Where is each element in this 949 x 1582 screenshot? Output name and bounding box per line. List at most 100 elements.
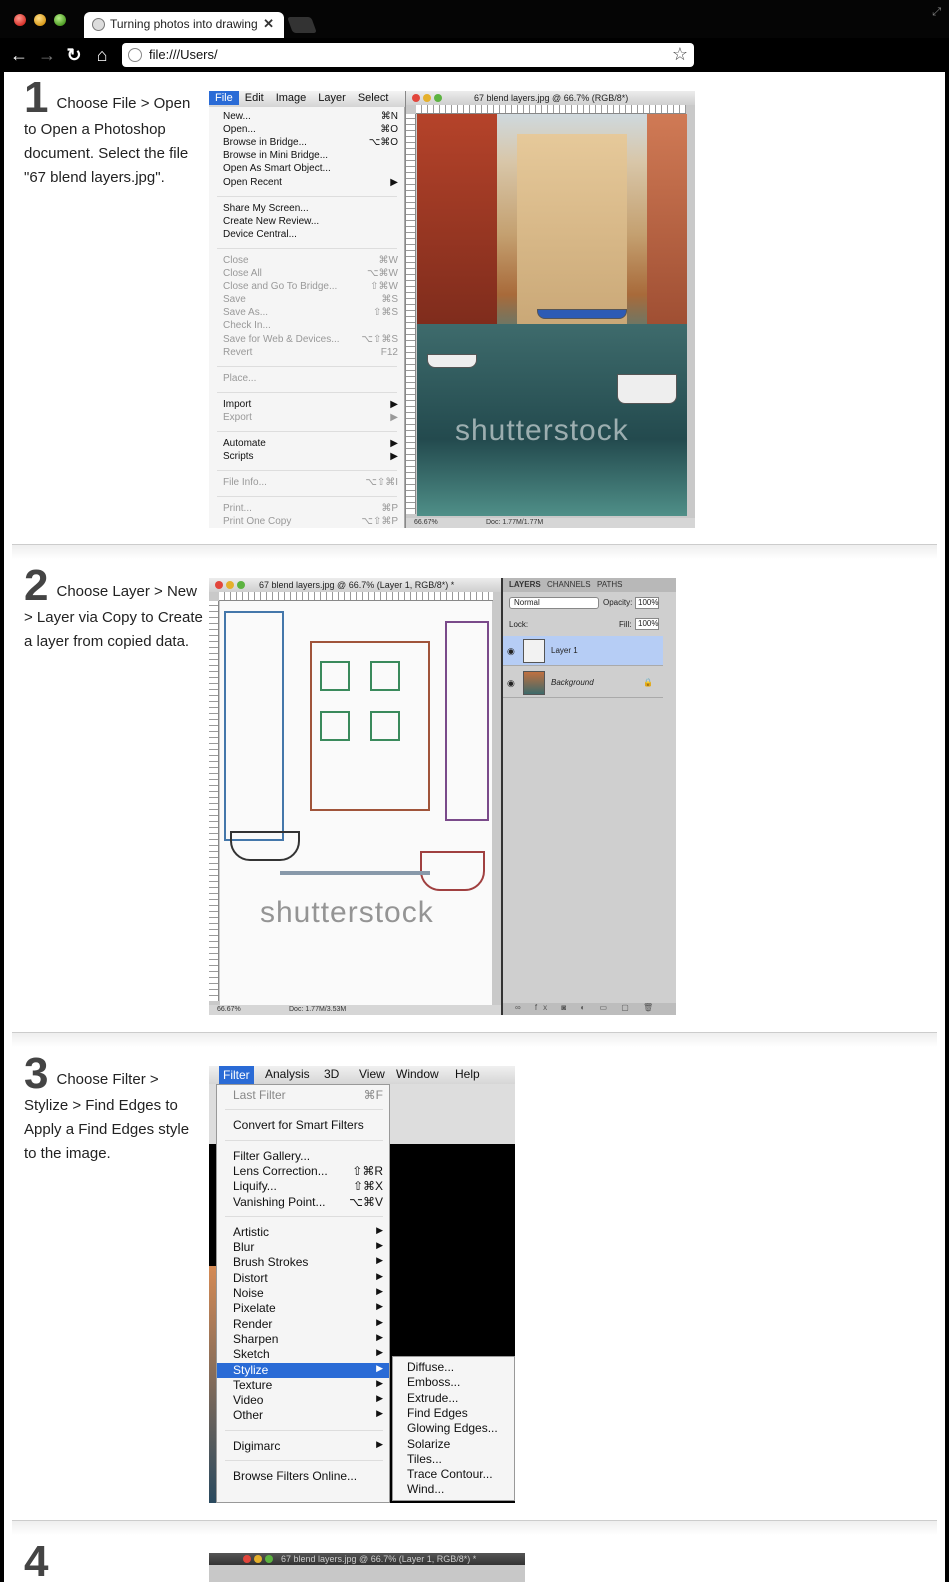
bookmark-star-icon[interactable]: ☆: [672, 44, 688, 65]
menu-item-shortcut: ⌘S: [381, 294, 398, 306]
menu-item[interactable]: Filter Gallery...: [233, 1149, 383, 1164]
submenu-item[interactable]: Glowing Edges...: [407, 1421, 498, 1435]
tab-layers[interactable]: LAYERS: [509, 580, 541, 589]
browser-tab[interactable]: Turning photos into drawing ✕: [84, 12, 284, 38]
menu-item[interactable]: Other ▶: [233, 1408, 383, 1423]
menu-item[interactable]: Noise ▶: [233, 1286, 383, 1301]
step-description: Choose Layer > New > Layer via Copy to C…: [24, 583, 203, 650]
menu-separator: [225, 1215, 383, 1217]
fill-field[interactable]: 100%: [635, 618, 659, 630]
menu-item[interactable]: New... ⌘N: [223, 111, 398, 124]
menu-image[interactable]: Image: [270, 91, 313, 105]
divider-band: [12, 545, 937, 559]
menu-item[interactable]: Distort ▶: [233, 1271, 383, 1286]
menu-item[interactable]: Blur ▶: [233, 1240, 383, 1255]
menu-item-shortcut: ⌥⇧⌘P: [361, 516, 398, 528]
menu-item[interactable]: Vanishing Point... ⌥⌘V: [233, 1195, 383, 1210]
menu-item-label: Save for Web & Devices...: [223, 333, 340, 345]
menu-item[interactable]: Sketch ▶: [233, 1347, 383, 1362]
menu-item[interactable]: Liquify... ⇧⌘X: [233, 1179, 383, 1194]
menu-item[interactable]: Stylize ▶: [217, 1362, 389, 1378]
menu-item: Revert F12: [223, 347, 398, 360]
menu-item[interactable]: Digimarc ▶: [233, 1439, 383, 1454]
submenu-item[interactable]: Find Edges: [407, 1406, 468, 1420]
tab-channels[interactable]: CHANNELS: [547, 580, 591, 589]
menu-file[interactable]: File: [209, 91, 239, 105]
menu-window[interactable]: Window: [396, 1067, 439, 1081]
menu-item[interactable]: Open... ⌘O: [223, 124, 398, 137]
filter-menu: Last Filter ⌘F Convert for Smart Filters Fi…: [216, 1084, 390, 1503]
menu-item-label: Browse in Mini Bridge...: [223, 150, 329, 162]
menu-item[interactable]: Create New Review...: [223, 216, 398, 229]
menu-separator: [217, 365, 397, 367]
url-text[interactable]: file:///Users/: [149, 47, 218, 62]
menu-item[interactable]: Browse in Bridge... ⌥⌘O: [223, 137, 398, 150]
eye-icon[interactable]: ◉: [507, 678, 515, 689]
menu-item[interactable]: Artistic ▶: [233, 1225, 383, 1240]
submenu-item[interactable]: Wind...: [407, 1482, 444, 1496]
menu-item-shortcut: ▶: [390, 411, 398, 423]
menu-item-label: Close and Go To Bridge...: [223, 281, 338, 293]
file-menu: New... ⌘N Open... ⌘O Browse in Bridge... ⌥⌘O B…: [209, 107, 405, 528]
menu-item[interactable]: Browse in Mini Bridge...: [223, 150, 398, 163]
layer-row[interactable]: ◉ Background 🔒: [503, 668, 663, 698]
menu-item[interactable]: Texture ▶: [233, 1378, 383, 1393]
home-icon[interactable]: ⌂: [91, 44, 113, 66]
submenu-item[interactable]: Diffuse...: [407, 1360, 454, 1374]
menu-edit[interactable]: Edit: [239, 91, 270, 105]
menu-select[interactable]: Select: [352, 91, 395, 105]
menu-item[interactable]: Pixelate ▶: [233, 1301, 383, 1316]
menu-item[interactable]: Convert for Smart Filters: [233, 1118, 383, 1133]
menu-analysis[interactable]: Analysis: [265, 1067, 310, 1081]
eye-icon[interactable]: ◉: [507, 646, 515, 657]
minimize-window-button[interactable]: [34, 14, 46, 26]
back-arrow-icon[interactable]: ←: [8, 44, 30, 66]
menu-item[interactable]: Sharpen ▶: [233, 1332, 383, 1347]
submenu-item[interactable]: Emboss...: [407, 1375, 460, 1389]
step-3-screenshot: Filter Analysis 3D View Window Help Last Filt…: [209, 1066, 515, 1503]
tab-paths[interactable]: PATHS: [597, 580, 622, 589]
divider-band: [12, 1521, 937, 1535]
menu-item-shortcut: ▶: [390, 451, 398, 463]
menu-item[interactable]: Open As Smart Object...: [223, 163, 398, 176]
menu-item-label: File Info...: [223, 477, 267, 489]
menu-item[interactable]: Render ▶: [233, 1317, 383, 1332]
menu-item[interactable]: Video ▶: [233, 1393, 383, 1408]
menu-item[interactable]: Scripts ▶: [223, 451, 398, 464]
submenu-item[interactable]: Extrude...: [407, 1391, 458, 1405]
document-title-bar: 67 blend layers.jpg @ 66.7% (RGB/8*): [406, 91, 695, 105]
menu-view[interactable]: View: [359, 1067, 385, 1081]
submenu-item[interactable]: Solarize: [407, 1437, 450, 1451]
submenu-item[interactable]: Trace Contour...: [407, 1467, 493, 1481]
menu-item[interactable]: Browse Filters Online...: [233, 1469, 383, 1484]
reload-icon[interactable]: ↻: [63, 44, 85, 66]
address-bar[interactable]: file:///Users/ ☆: [122, 43, 694, 67]
opacity-field[interactable]: 100%: [635, 597, 659, 609]
blend-mode-select[interactable]: Normal: [509, 597, 599, 609]
layers-panel: LAYERS CHANNELS PATHS Normal Opacity: 10…: [501, 578, 676, 1015]
menu-item-label: Brush Strokes: [233, 1255, 309, 1270]
menu-item[interactable]: Brush Strokes ▶: [233, 1255, 383, 1270]
menu-item-shortcut: ⌥⌘O: [368, 137, 398, 149]
menu-item[interactable]: Device Central...: [223, 229, 398, 242]
menu-item[interactable]: Lens Correction... ⇧⌘R: [233, 1164, 383, 1179]
menu-layer[interactable]: Layer: [312, 91, 352, 105]
submenu-item[interactable]: Tiles...: [407, 1452, 442, 1466]
submenu-arrow-icon: ▶: [376, 1393, 383, 1404]
menu-item[interactable]: Automate ▶: [223, 438, 398, 451]
close-window-button[interactable]: [14, 14, 26, 26]
menu-item[interactable]: Import ▶: [223, 399, 398, 412]
menu-help[interactable]: Help: [455, 1067, 480, 1081]
menu-item-shortcut: ⌥⌘V: [349, 1194, 383, 1209]
layer-row[interactable]: ◉ Layer 1: [503, 636, 663, 666]
menu-item: Print... ⌘P: [223, 503, 398, 516]
menu-item[interactable]: Open Recent ▶: [223, 177, 398, 190]
fullscreen-icon[interactable]: ⤢: [932, 6, 941, 19]
forward-arrow-icon[interactable]: →: [36, 44, 58, 66]
zoom-window-button[interactable]: [54, 14, 66, 26]
new-tab-button[interactable]: [287, 17, 317, 33]
menu-item[interactable]: Share My Screen...: [223, 203, 398, 216]
close-tab-icon[interactable]: ✕: [263, 16, 274, 32]
menu-3d[interactable]: 3D: [324, 1067, 339, 1081]
menu-filter[interactable]: Filter: [219, 1066, 254, 1084]
